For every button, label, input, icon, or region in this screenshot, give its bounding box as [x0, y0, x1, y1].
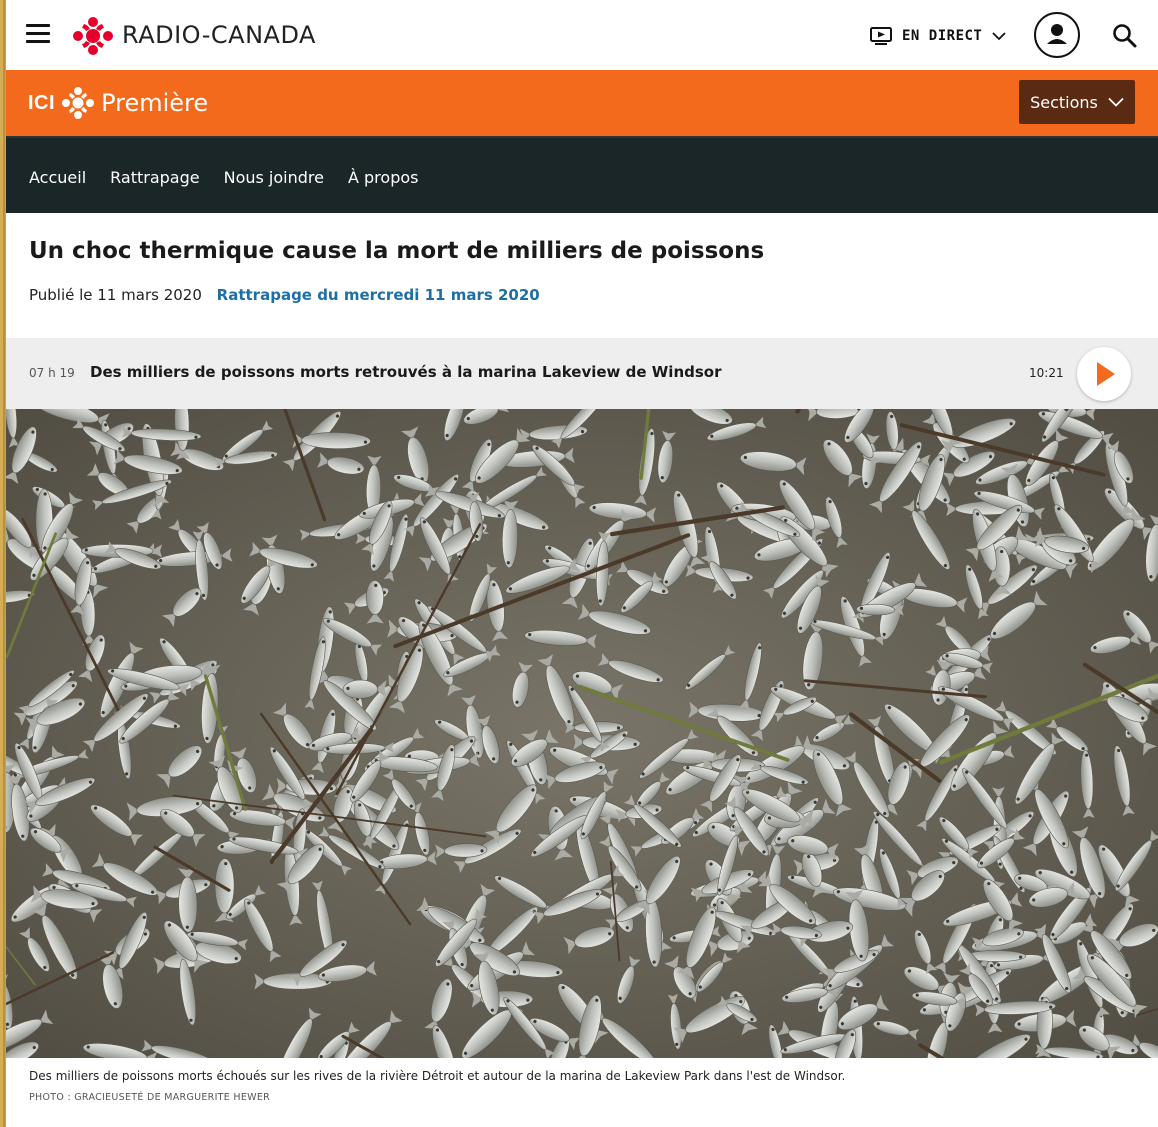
live-button[interactable]: EN DIRECT	[870, 22, 1006, 50]
chevron-down-icon	[1108, 97, 1124, 107]
article-meta: Publié le 11 mars 2020 Rattrapage du mer…	[29, 286, 540, 304]
sections-label: Sections	[1030, 92, 1098, 112]
play-button[interactable]	[1077, 347, 1131, 401]
nav-item-a-propos[interactable]: À propos	[348, 168, 418, 187]
article-title: Un choc thermique cause la mort de milli…	[29, 238, 765, 264]
user-icon	[1047, 24, 1067, 44]
page-frame: RADIO-CANADA EN DIRECT ICI Première Sect…	[6, 0, 1158, 1127]
program-nav: Accueil Rattrapage Nous joindre À propos	[6, 136, 1158, 213]
article-photo	[6, 409, 1158, 1058]
sections-button[interactable]: Sections	[1019, 80, 1135, 124]
chevron-down-icon	[992, 32, 1006, 41]
radio-canada-logo-icon[interactable]	[72, 16, 114, 56]
nav-item-nous-joindre[interactable]: Nous joindre	[224, 168, 324, 187]
nav-item-accueil[interactable]: Accueil	[29, 168, 86, 187]
station-name: Première	[101, 89, 209, 117]
segment-duration: 10:21	[1029, 366, 1064, 380]
segment-time: 07 h 19	[29, 366, 75, 380]
brand-wordmark[interactable]: RADIO-CANADA	[122, 21, 316, 49]
photo-caption: Des milliers de poissons morts échoués s…	[29, 1069, 846, 1083]
cbc-gem-icon	[62, 87, 95, 119]
play-icon	[1097, 362, 1115, 386]
photo-credit: PHOTO : GRACIEUSETÉ DE MARGUERITE HEWER	[29, 1092, 271, 1103]
station-bar: ICI Première Sections	[6, 70, 1158, 136]
published-date: Publié le 11 mars 2020	[29, 286, 202, 304]
tv-play-icon	[870, 27, 892, 45]
segment-title[interactable]: Des milliers de poissons morts retrouvés…	[90, 363, 722, 381]
account-button[interactable]	[1034, 12, 1080, 58]
nav-item-rattrapage[interactable]: Rattrapage	[110, 168, 199, 187]
ici-label: ICI	[28, 91, 56, 114]
audio-segment-row[interactable]: 07 h 19 Des milliers de poissons morts r…	[6, 338, 1158, 409]
ici-premiere-logo[interactable]: ICI Première	[28, 86, 208, 120]
top-bar: RADIO-CANADA EN DIRECT	[6, 0, 1158, 70]
replay-link[interactable]: Rattrapage du mercredi 11 mars 2020	[217, 286, 540, 304]
menu-icon[interactable]	[26, 24, 50, 44]
search-icon[interactable]	[1112, 23, 1138, 49]
live-label: EN DIRECT	[902, 28, 983, 44]
dead-fish-photo	[6, 409, 1158, 1058]
